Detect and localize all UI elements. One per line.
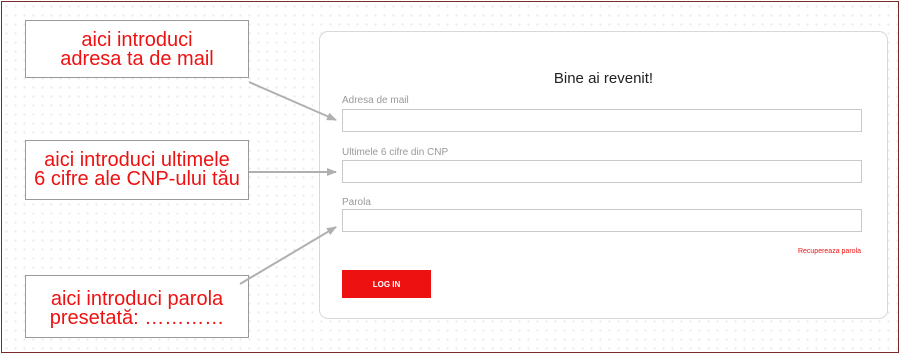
login-button[interactable]: LOG IN [342,270,431,298]
cnp-label: Ultimele 6 cifre din CNP [342,147,449,158]
password-field[interactable] [342,209,862,232]
email-field[interactable] [342,109,862,132]
page-title: Bine ai revenit! [553,70,654,87]
email-annotation: aici introduci adresa ta de mail [25,20,249,78]
email-label: Adresa de mail [342,95,409,106]
cnp-annotation: aici introduci ultimele 6 cifre ale CNP-… [25,140,249,200]
email-annotation-line2: adresa ta de mail [60,48,214,70]
recover-password-link[interactable]: Recupereaza parola [798,248,861,255]
login-card: Bine ai revenit! Adresa de mail Ultimele… [319,31,888,319]
password-label: Parola [342,197,371,208]
password-annotation-line2: presetată: ………… [49,307,225,329]
cnp-field[interactable] [342,160,862,183]
password-annotation: aici introduci parola presetată: ………… [25,275,249,338]
cnp-annotation-line2: 6 cifre ale CNP-ului tău [34,168,240,190]
